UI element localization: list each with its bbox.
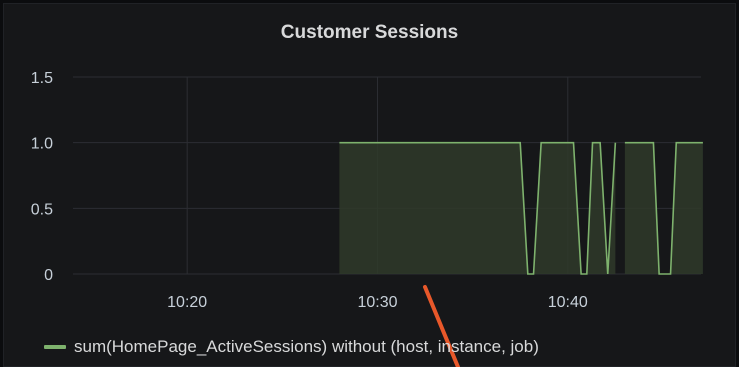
y-tick-label: 0.5 <box>31 201 53 218</box>
y-tick-label: 1.5 <box>31 70 53 87</box>
x-tick-label: 10:30 <box>357 294 397 311</box>
x-axis: 10:20 10:30 10:40 <box>167 294 588 311</box>
y-axis: 0 0.5 1.0 1.5 <box>31 70 53 284</box>
legend-label: sum(HomePage_ActiveSessions) without (ho… <box>74 337 539 356</box>
x-tick-label: 10:40 <box>548 294 588 311</box>
legend[interactable]: sum(HomePage_ActiveSessions) without (ho… <box>44 335 539 359</box>
legend-swatch <box>44 345 66 349</box>
y-tick-label: 1.0 <box>31 136 53 153</box>
y-tick-label: 0 <box>44 267 53 284</box>
series-layer <box>339 141 703 275</box>
x-tick-label: 10:20 <box>167 294 207 311</box>
chart-area: 0 0.5 1.0 1.5 10:20 10:30 10:40 <box>31 70 703 367</box>
